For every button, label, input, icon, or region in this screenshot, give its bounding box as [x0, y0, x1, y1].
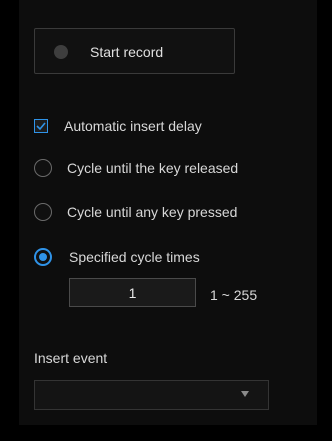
- automatic-insert-delay-checkbox[interactable]: Automatic insert delay: [34, 115, 264, 137]
- insert-event-label: Insert event: [34, 350, 108, 366]
- start-record-button[interactable]: Start record: [34, 28, 235, 74]
- radio-cycle-until-key-released[interactable]: Cycle until the key released: [34, 157, 284, 179]
- radio-unselected-icon: [34, 203, 52, 221]
- dropdown-arrow-icon: [241, 391, 249, 397]
- automatic-insert-delay-label: Automatic insert delay: [64, 118, 202, 134]
- specified-cycle-times-label: Specified cycle times: [69, 249, 200, 265]
- radio-unselected-icon: [34, 159, 52, 177]
- insert-event-dropdown[interactable]: [34, 380, 269, 410]
- start-record-label: Start record: [90, 44, 164, 60]
- checkbox-checked-icon: [34, 119, 48, 133]
- radio-selected-icon: [34, 248, 52, 266]
- cycle-times-input[interactable]: [69, 278, 196, 307]
- cycle-range-label: 1 ~ 255: [210, 287, 258, 303]
- cycle-until-any-key-pressed-label: Cycle until any key pressed: [67, 204, 238, 220]
- radio-specified-cycle-times[interactable]: Specified cycle times: [34, 246, 254, 268]
- record-indicator-icon: [54, 45, 68, 59]
- radio-cycle-until-any-key-pressed[interactable]: Cycle until any key pressed: [34, 201, 284, 223]
- cycle-until-key-released-label: Cycle until the key released: [67, 160, 239, 176]
